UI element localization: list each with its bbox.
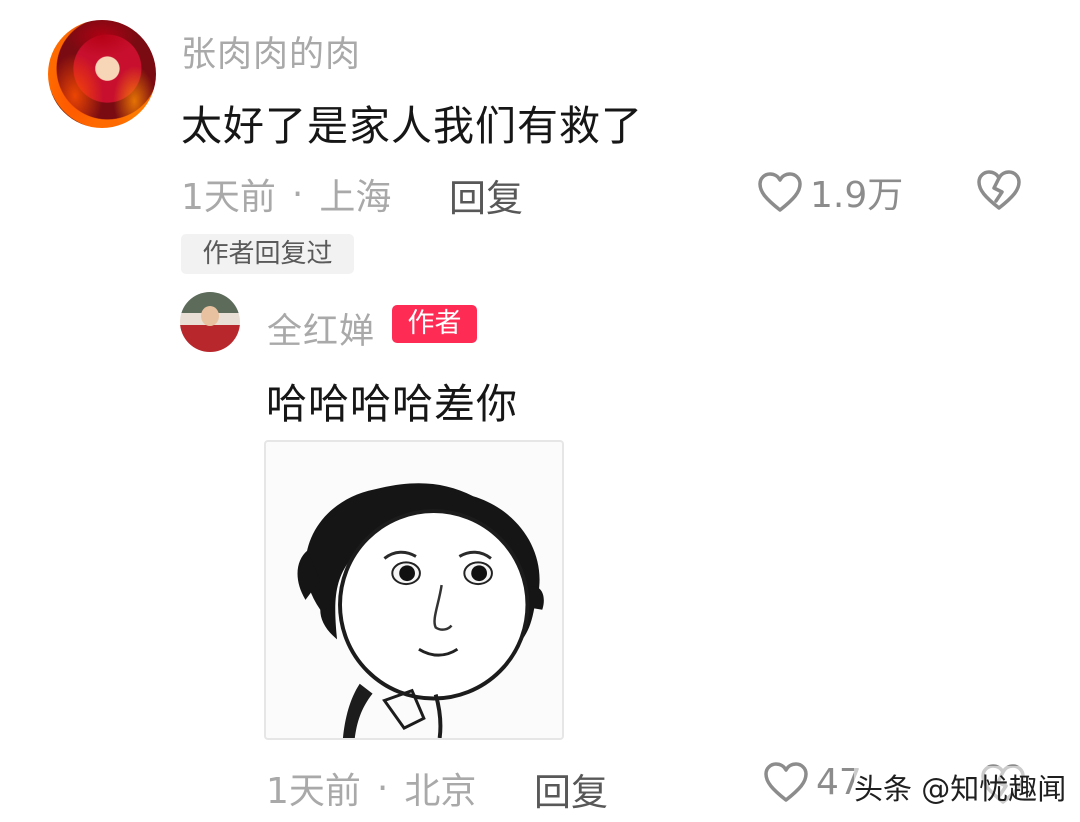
- reply-location: 北京: [404, 771, 477, 812]
- comment-reply-button[interactable]: 回复: [449, 168, 523, 222]
- comment-time: 1天前: [181, 177, 276, 218]
- comment-like-button[interactable]: 1.9万: [756, 166, 903, 218]
- heart-outline-icon: [758, 172, 802, 212]
- author-badge: 作者: [392, 305, 477, 343]
- author-username[interactable]: 全红婵: [267, 303, 375, 354]
- reply-text: 哈哈哈哈差你: [266, 380, 518, 428]
- meta-separator: ·: [376, 767, 389, 809]
- heart-outline-icon: [764, 762, 808, 802]
- commenter-username[interactable]: 张肉肉的肉: [181, 26, 361, 77]
- author-replied-tag[interactable]: 作者回复过: [181, 234, 354, 274]
- comment-text: 太好了是家人我们有救了: [181, 102, 643, 150]
- comment-like-count: 1.9万: [810, 175, 904, 216]
- comment-thread: 张肉肉的肉 太好了是家人我们有救了 1天前 · 上海 回复 1.9万 作者回复过…: [0, 0, 1080, 822]
- meta-separator: ·: [291, 173, 304, 215]
- watermark: 头条 @知忧趣闻: [854, 766, 1067, 808]
- author-avatar[interactable]: [180, 292, 240, 352]
- comment-location: 上海: [319, 177, 392, 218]
- reply-like-button[interactable]: 47: [762, 760, 862, 804]
- commenter-avatar[interactable]: [48, 20, 156, 128]
- reply-meta: 1天前 · 北京: [266, 762, 476, 814]
- comment-dislike-button[interactable]: [974, 168, 1024, 216]
- reply-reply-button[interactable]: 回复: [534, 762, 608, 816]
- broken-heart-icon: [977, 170, 1021, 210]
- reply-time: 1天前: [266, 771, 361, 812]
- meme-sticker-image[interactable]: [264, 440, 564, 740]
- comment-meta: 1天前 · 上海: [181, 168, 391, 220]
